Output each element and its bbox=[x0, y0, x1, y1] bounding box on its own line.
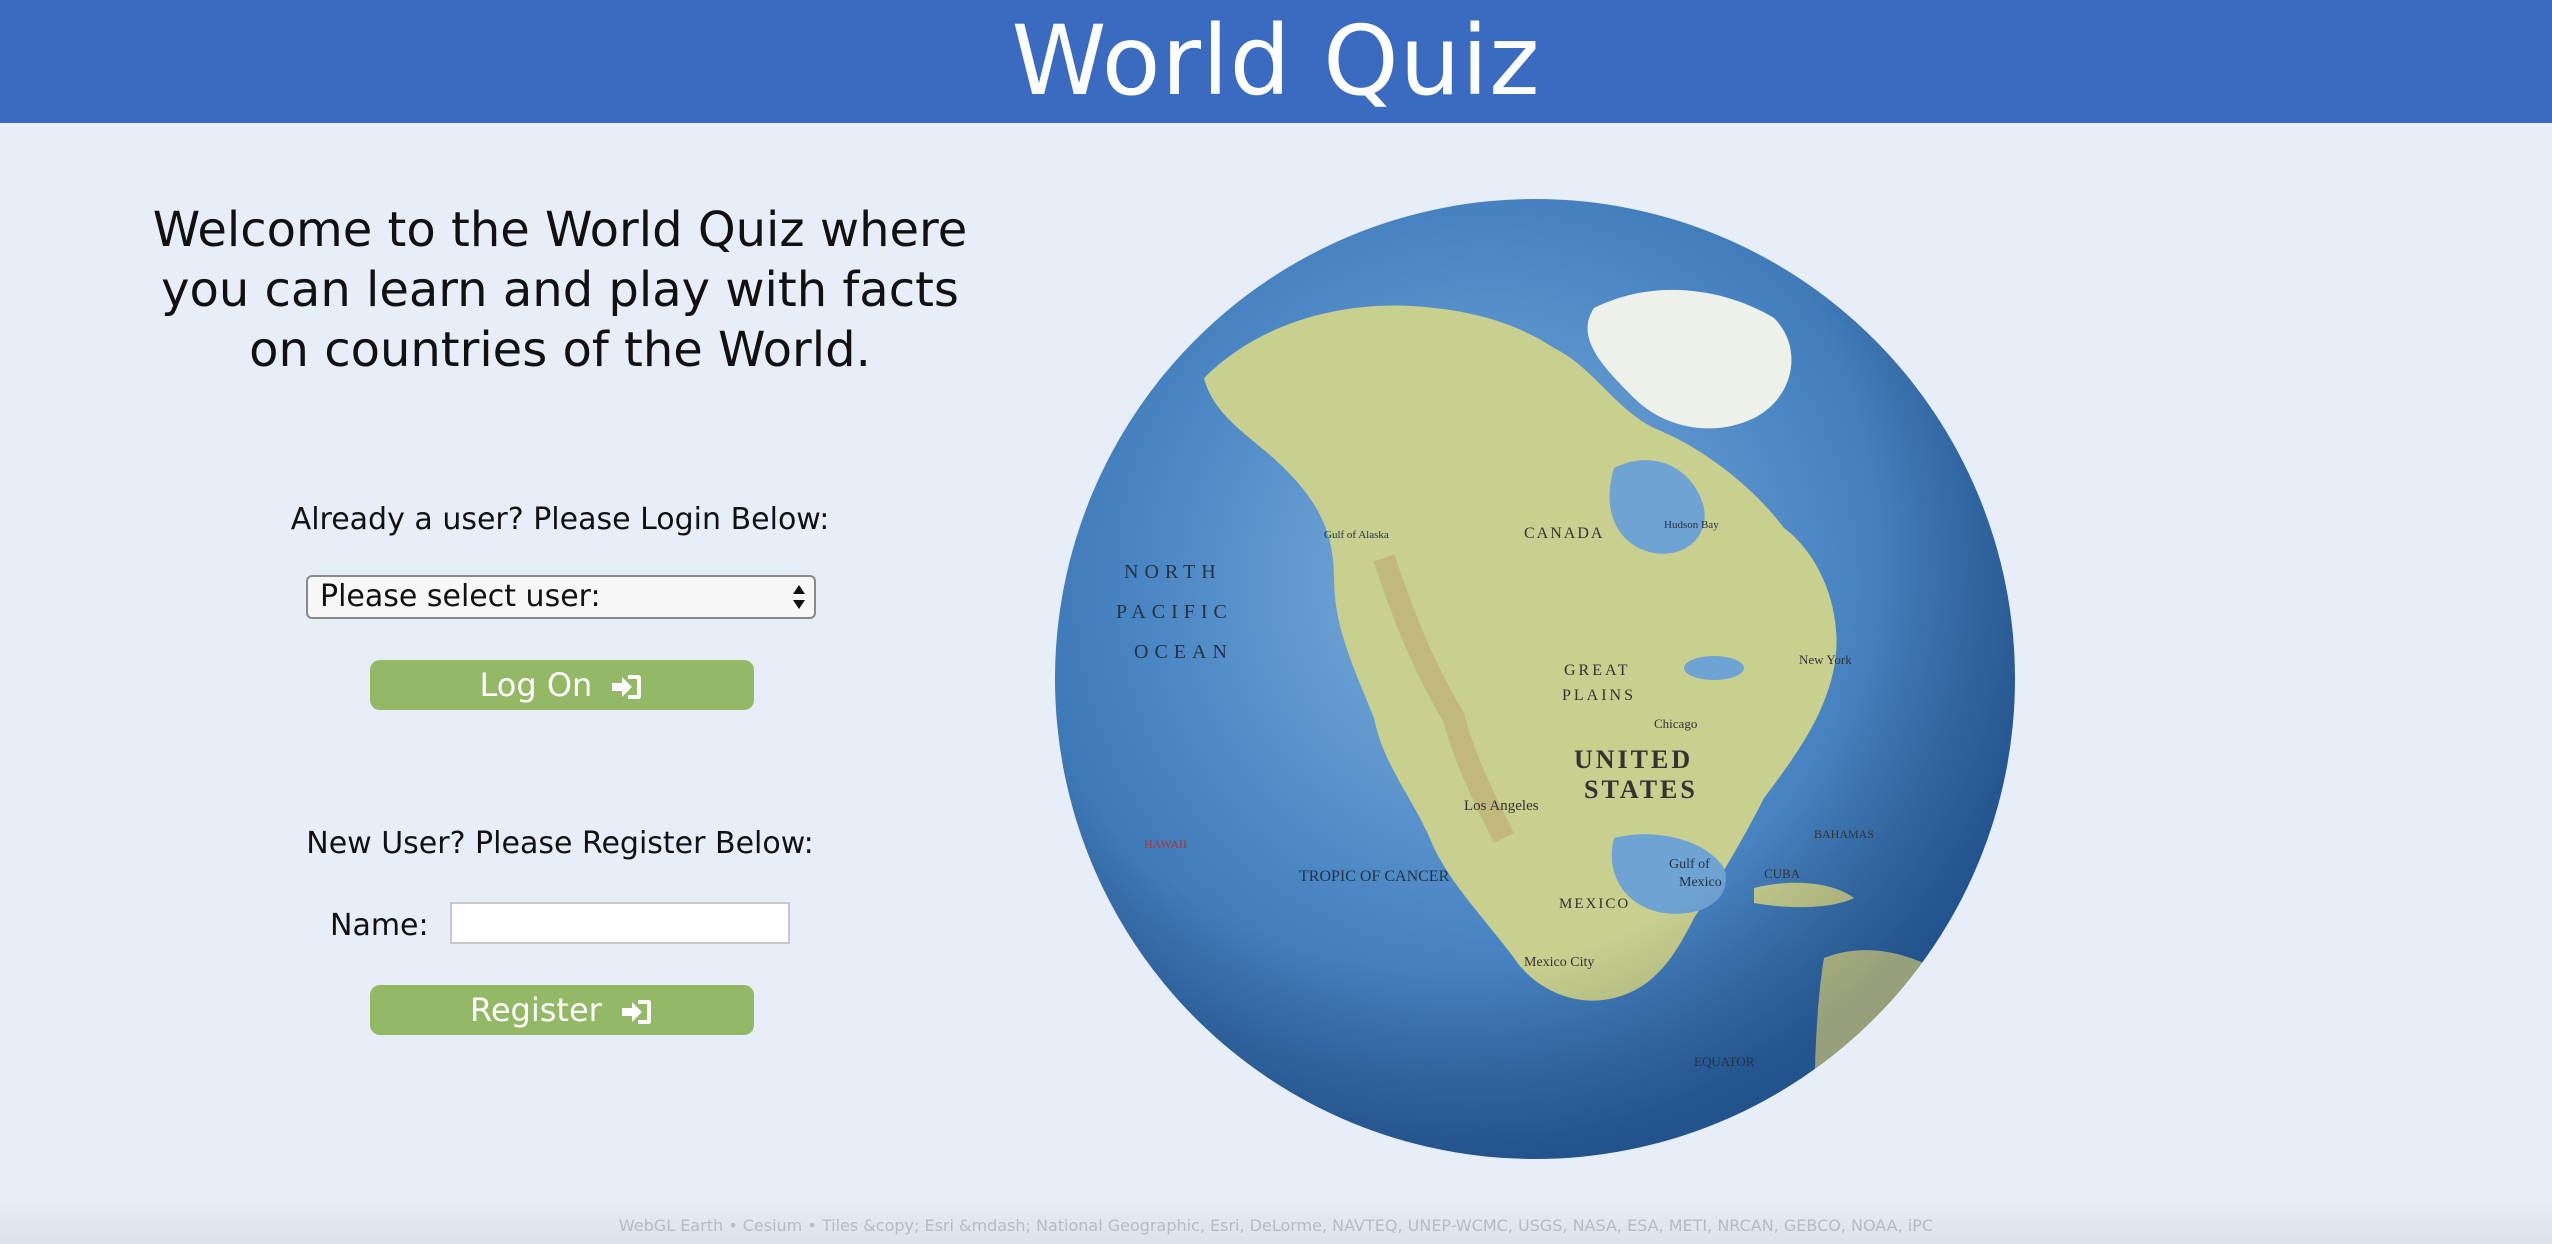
globe-label: TROPIC OF CANCER bbox=[1299, 868, 1450, 885]
welcome-line-3: on countries of the World. bbox=[249, 322, 871, 378]
login-prompt: Already a user? Please Login Below: bbox=[290, 502, 830, 537]
log-on-button[interactable]: Log On bbox=[370, 660, 754, 710]
name-input[interactable] bbox=[450, 902, 790, 944]
globe-label: Los Angeles bbox=[1464, 798, 1539, 814]
globe-label: CANADA bbox=[1524, 525, 1604, 542]
map-credits: WebGL Earth • Cesium • Tiles &copy; Esri… bbox=[618, 1216, 1934, 1235]
globe-label: STATES bbox=[1584, 775, 1698, 804]
globe-label: BAHAMAS bbox=[1814, 827, 1874, 841]
globe-label: New York bbox=[1799, 652, 1852, 667]
sign-in-icon bbox=[612, 675, 642, 699]
welcome-text: Welcome to the World Quiz where you can … bbox=[130, 200, 990, 380]
select-arrows-icon bbox=[793, 585, 805, 609]
globe-label: Gulf of bbox=[1669, 857, 1710, 872]
header-bar: World Quiz bbox=[0, 0, 2552, 123]
user-select-value: Please select user: bbox=[320, 579, 601, 614]
globe-label: UNITED bbox=[1574, 745, 1693, 774]
register-button[interactable]: Register bbox=[370, 985, 754, 1035]
login-panel: Welcome to the World Quiz where you can … bbox=[130, 200, 990, 1035]
globe-label: GREAT bbox=[1564, 662, 1631, 679]
welcome-line-2: you can learn and play with facts bbox=[161, 262, 959, 318]
globe-label: MEXICO bbox=[1559, 896, 1630, 912]
log-on-label: Log On bbox=[479, 666, 593, 704]
globe-label: OCEAN bbox=[1134, 641, 1233, 663]
globe-label: HAWAII bbox=[1144, 837, 1187, 851]
globe-label: Hudson Bay bbox=[1664, 519, 1719, 531]
name-label: Name: bbox=[330, 908, 429, 943]
app-title: World Quiz bbox=[1011, 5, 1541, 117]
globe-label: NORTH bbox=[1124, 561, 1222, 583]
sign-in-icon bbox=[621, 1000, 651, 1024]
globe-label: Mexico bbox=[1679, 875, 1722, 890]
welcome-line-1: Welcome to the World Quiz where bbox=[152, 202, 968, 258]
globe-label: PLAINS bbox=[1562, 687, 1636, 704]
globe-label: Gulf of Alaska bbox=[1324, 529, 1389, 541]
user-select[interactable]: Please select user: bbox=[306, 575, 816, 619]
globe-label: CUBA bbox=[1764, 866, 1801, 881]
globe-label: Mexico City bbox=[1524, 955, 1594, 970]
globe-map[interactable]: CANADA UNITED STATES MEXICO Los Angeles … bbox=[1054, 198, 2016, 1160]
register-prompt: New User? Please Register Below: bbox=[306, 826, 814, 861]
register-label: Register bbox=[470, 991, 602, 1029]
globe-label: Chicago bbox=[1654, 716, 1697, 731]
globe-label: EQUATOR bbox=[1694, 1054, 1755, 1069]
globe-label: PACIFIC bbox=[1116, 601, 1233, 623]
